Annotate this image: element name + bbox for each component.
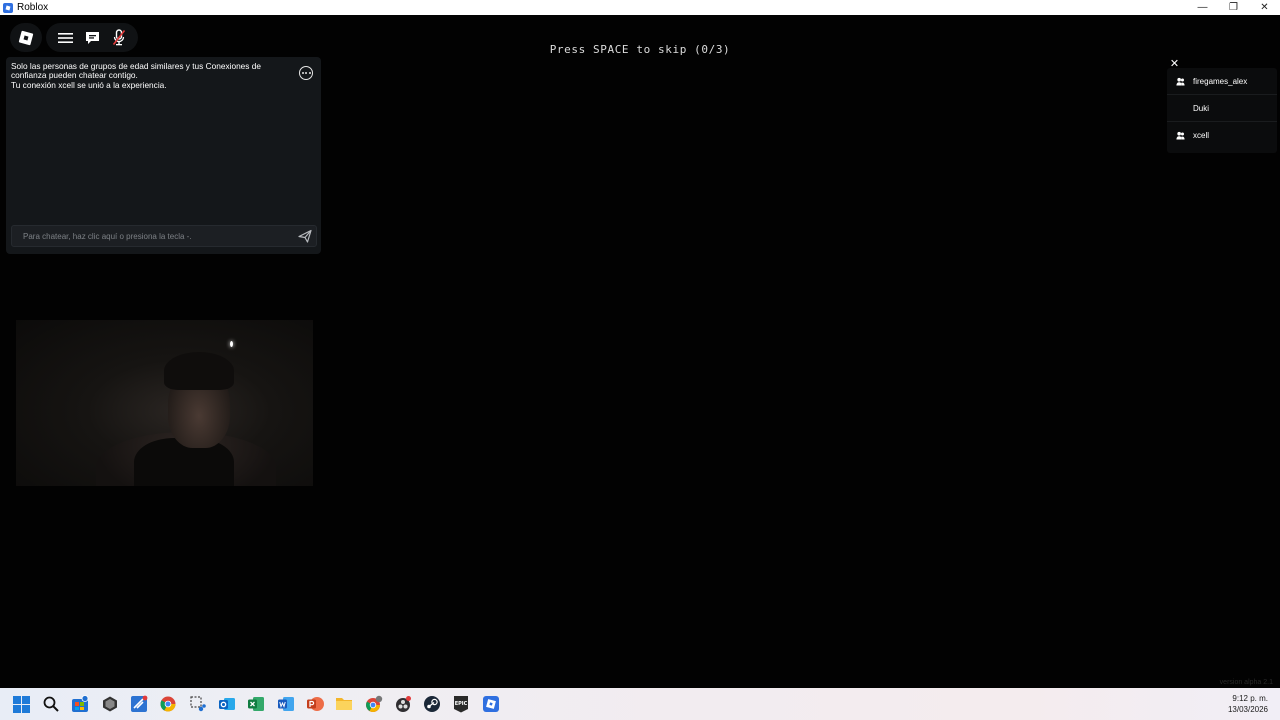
file-explorer-icon[interactable] (335, 695, 353, 713)
chat-input[interactable] (12, 226, 292, 246)
chrome-icon[interactable] (159, 695, 177, 713)
chat-messages: Solo las personas de grupos de edad simi… (11, 61, 291, 90)
roblox-app-icon (3, 2, 13, 13)
roblox-taskbar-icon[interactable] (482, 695, 500, 713)
minimize-button[interactable]: — (1187, 0, 1218, 15)
version-label: version alpha 2.1 (1219, 679, 1273, 686)
system-clock[interactable]: 9:12 p. m. 13/03/2026 (1228, 693, 1268, 715)
window-title: Roblox (17, 2, 49, 13)
epic-games-icon[interactable]: EPIC (452, 695, 470, 713)
svg-text:EPIC: EPIC (455, 701, 468, 707)
window-titlebar: Roblox — ❐ ✕ (0, 0, 1280, 15)
snipping-tool-icon[interactable] (189, 695, 207, 713)
skip-intro-prompt: Press SPACE to skip (0/3) (549, 43, 731, 56)
friends-icon (1176, 77, 1185, 86)
system-message: Solo las personas de grupos de edad simi… (11, 61, 261, 81)
player-row[interactable]: Duki (1167, 95, 1277, 122)
chat-input-bar (11, 225, 317, 247)
window-controls: — ❐ ✕ (1187, 0, 1280, 15)
player-name: firegames_alex (1193, 76, 1248, 86)
player-list: firegames_alex Duki xcell (1167, 68, 1277, 153)
windows-taskbar: EPIC 9:12 p. m. 13/03/2026 (0, 688, 1280, 720)
restore-button[interactable]: ❐ (1218, 0, 1249, 15)
send-icon[interactable] (297, 228, 313, 244)
word-icon[interactable] (277, 695, 295, 713)
player-row[interactable]: xcell (1167, 122, 1277, 149)
system-message: Tu conexión xcell se unió a la experienc… (11, 79, 167, 90)
webcam-video (16, 320, 313, 486)
close-window-button[interactable]: ✕ (1249, 0, 1280, 15)
hamburger-menu-icon[interactable] (58, 32, 73, 44)
chat-window: Solo las personas de grupos de edad simi… (6, 57, 321, 254)
clock-date: 13/03/2026 (1227, 705, 1268, 714)
obs-icon[interactable] (394, 695, 412, 713)
unity-icon[interactable] (101, 695, 119, 713)
windows-start-icon[interactable] (12, 695, 30, 713)
chat-options-icon[interactable] (299, 66, 313, 80)
search-icon[interactable] (42, 695, 60, 713)
friends-icon (1176, 131, 1185, 140)
visual-studio-icon[interactable] (130, 695, 148, 713)
outlook-icon[interactable] (218, 695, 236, 713)
clock-time: 9:12 p. m. (1232, 694, 1268, 703)
player-name: xcell (1193, 131, 1210, 140)
powerpoint-icon[interactable] (306, 695, 324, 713)
player-name: Duki (1193, 103, 1210, 113)
player-row[interactable]: firegames_alex (1167, 68, 1277, 95)
chrome-profile-icon[interactable] (365, 695, 383, 713)
steam-icon[interactable] (423, 695, 441, 713)
excel-icon[interactable] (247, 695, 265, 713)
microsoft-store-icon[interactable] (71, 695, 89, 713)
